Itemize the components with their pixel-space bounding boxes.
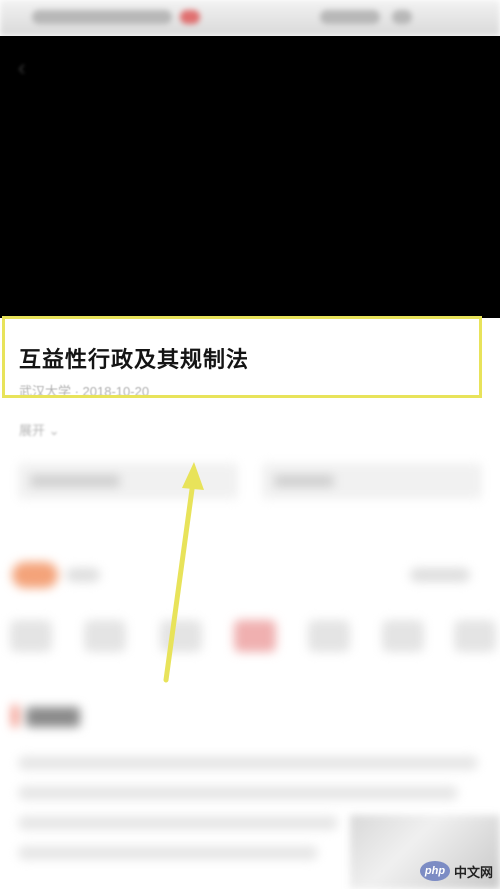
status-left-blob xyxy=(32,10,172,24)
blurred-tile xyxy=(10,620,52,652)
blurred-tile xyxy=(234,620,276,652)
php-logo-icon: php xyxy=(420,861,450,881)
blurred-text-line xyxy=(18,846,318,860)
status-bar xyxy=(0,0,500,36)
watermark: php 中文网 xyxy=(420,856,500,886)
blurred-bar xyxy=(66,568,100,582)
expand-label: 展开 xyxy=(19,423,46,438)
video-player[interactable]: ‹ xyxy=(0,36,500,318)
back-arrow-icon[interactable]: ‹ xyxy=(18,56,42,80)
blurred-text-line xyxy=(18,786,458,800)
blurred-pill-left xyxy=(18,463,238,499)
highlight-box xyxy=(2,316,482,398)
blurred-tile xyxy=(382,620,424,652)
blurred-tile xyxy=(308,620,350,652)
blurred-text-line xyxy=(18,756,478,770)
watermark-text: 中文网 xyxy=(454,864,494,880)
blurred-tile xyxy=(454,620,496,652)
blurred-section-mark xyxy=(12,705,18,727)
blurred-tile xyxy=(84,620,126,652)
blurred-orange-badge xyxy=(12,562,58,588)
status-red-blob xyxy=(180,10,200,24)
status-right-blob xyxy=(320,10,380,24)
blurred-bar-right xyxy=(410,568,470,582)
blurred-tile xyxy=(160,620,202,652)
chevron-down-icon: ⌄ xyxy=(48,423,60,438)
blurred-pill-right xyxy=(262,463,482,499)
blurred-text-line xyxy=(18,816,338,830)
status-battery-blob xyxy=(392,10,412,24)
expand-toggle[interactable]: 展开 ⌄ xyxy=(19,420,60,439)
blurred-section-heading xyxy=(26,707,80,727)
